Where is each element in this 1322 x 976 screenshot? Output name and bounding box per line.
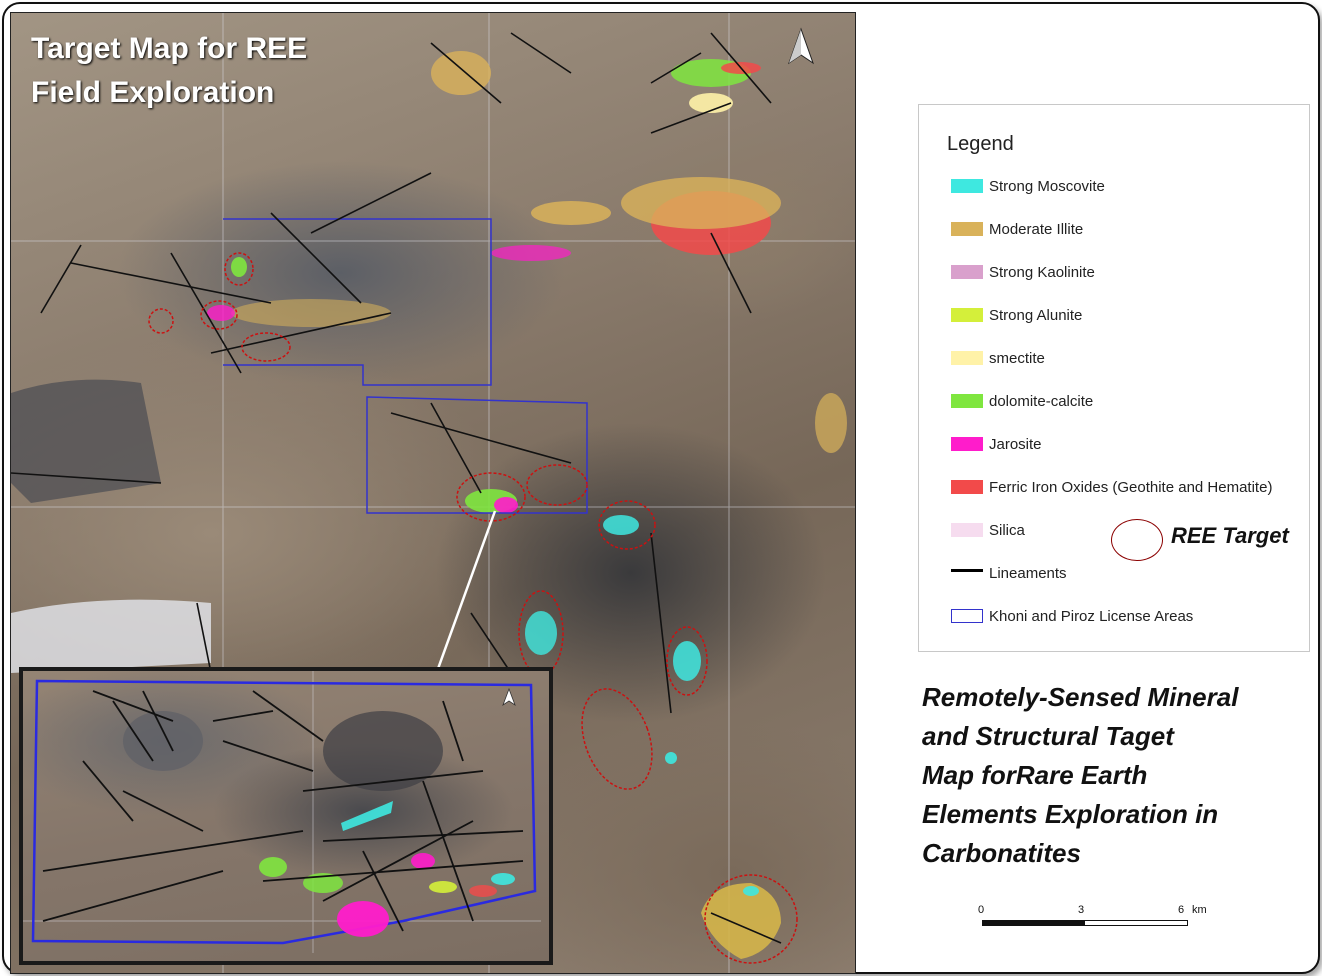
inset-north-arrow-icon [502,687,516,707]
legend-item-strong-moscovite: Strong Moscovite [951,175,1105,197]
scale-unit: km [1192,904,1207,916]
map-title-line1: Target Map for REE [31,32,308,65]
legend-label: Moderate Illite [989,220,1084,238]
scale-bar: 0 3 6 km [974,904,1214,934]
legend-swatch [951,523,983,537]
legend-label: Ferric Iron Oxides (Geothite and Hematit… [989,478,1273,496]
ree-target-label: REE Target [1171,523,1289,548]
legend-panel: Legend Strong Moscovite Moderate Illite … [918,104,1310,652]
legend-swatch [951,351,983,365]
legend-item-strong-kaolinite: Strong Kaolinite [951,261,1095,283]
inset-overlay [23,671,541,953]
legend-item-dolomite-calcite: dolomite-calcite [951,390,1093,412]
description-line: and Structural Taget [922,721,1174,751]
legend-swatch [951,179,983,193]
satellite-map[interactable]: Target Map for REE Field Exploration [10,12,856,974]
scale-tick-0: 0 [978,904,985,916]
figure-description: Remotely-Sensed Mineral and Structural T… [922,678,1292,873]
legend-item-jarosite: Jarosite [951,433,1042,455]
legend-swatch [951,437,983,451]
legend-item-strong-alunite: Strong Alunite [951,304,1082,326]
legend-label: Khoni and Piroz License Areas [989,607,1194,625]
inset-alteration-zones [123,711,515,937]
legend-item-ferric-iron-oxides: Ferric Iron Oxides (Geothite and Hematit… [951,476,1272,498]
scale-fill [983,921,1085,925]
map-title: Target Map for REE Field Exploration [31,27,307,115]
legend-swatch [951,222,983,236]
legend-swatch [951,308,983,322]
legend-label: Silica [989,521,1025,539]
description-line: Elements Exploration in [922,799,1219,829]
inset-map[interactable] [19,667,553,965]
legend-label: Strong Alunite [989,306,1083,324]
dark-rock [11,379,161,503]
legend-item-license-areas: Khoni and Piroz License Areas [951,605,1193,627]
salt-flat [11,599,211,673]
description-line: Remotely-Sensed Mineral [922,682,1239,712]
legend-swatch [951,480,983,494]
legend-item-moderate-illite: Moderate Illite [951,218,1083,240]
legend-label: dolomite-calcite [989,392,1094,410]
legend-title: Legend [947,133,1014,155]
legend-item-smectite: smectite [951,347,1045,369]
description-line: Carbonatites [922,838,1081,868]
north-arrow-icon [787,27,815,67]
legend-item-lineaments: Lineaments [951,562,1067,584]
legend-swatch [951,265,983,279]
license-areas [223,218,588,514]
legend-label: Lineaments [989,564,1067,582]
scale-tick-3: 3 [1078,904,1085,916]
ree-target-symbol [1111,519,1163,561]
legend-label: Jarosite [989,435,1042,453]
legend-swatch [951,394,983,408]
description-line: Map forRare Earth [922,760,1148,790]
scale-tick-6: 6 [1178,904,1185,916]
map-title-line2: Field Exploration [31,76,275,109]
legend-outline-swatch [951,609,983,623]
legend-line-swatch [951,568,983,572]
scale-track [982,920,1188,926]
figure-frame: Target Map for REE Field Exploration Leg… [2,2,1320,974]
inset-lineaments [42,690,524,932]
legend-label: Strong Moscovite [989,177,1105,195]
legend-label: smectite [989,349,1045,367]
legend-label: Strong Kaolinite [989,263,1095,281]
legend-item-silica: Silica [951,519,1025,541]
